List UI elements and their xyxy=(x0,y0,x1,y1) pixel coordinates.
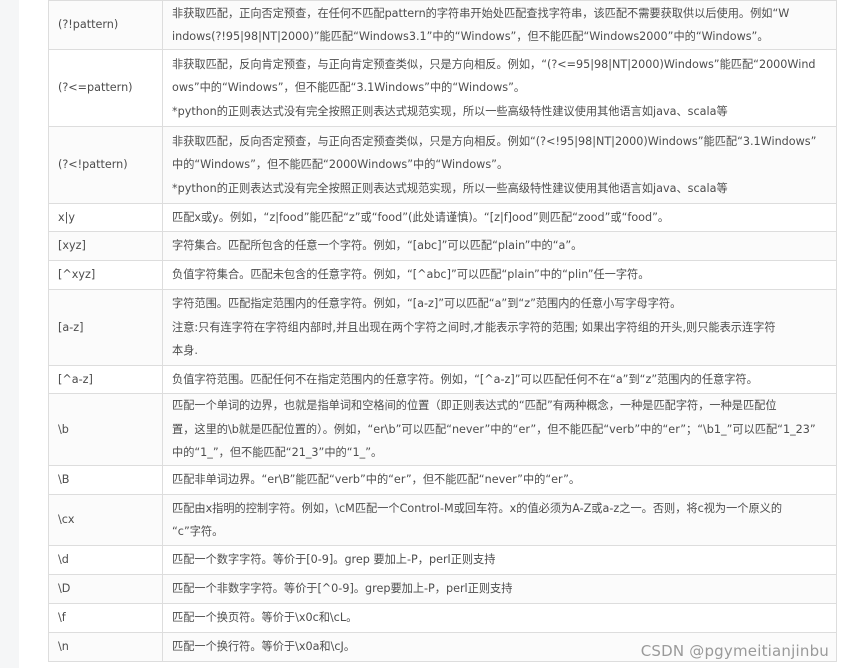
pattern-cell: \f xyxy=(48,603,163,633)
description-line: 非获取匹配，反向否定预查，与正向否定预查类似，只是方向相反。例如“(?<!95|… xyxy=(172,134,817,148)
regex-syntax-table: (?!pattern) 非获取匹配，正向否定预查，在任何不匹配pattern的字符… xyxy=(48,0,837,662)
csdn-watermark: CSDN @pgymeitianjinbu xyxy=(640,642,829,660)
table-row: [^xyz] 负值字符集合。匹配未包含的任意字符。例如，“[^abc]”可以匹配“… xyxy=(48,260,837,290)
description-line: 本身. xyxy=(172,344,198,358)
pattern-cell: \b xyxy=(48,393,163,466)
pattern-cell: [a-z] xyxy=(48,289,163,366)
description-cell: 非获取匹配，正向否定预查，在任何不匹配pattern的字符串开始处匹配查找字符串… xyxy=(162,0,837,50)
pattern-cell: \D xyxy=(48,574,163,604)
pattern-cell: \d xyxy=(48,545,163,575)
table-row: [xyz] 字符集合。匹配所包含的任意一个字符。例如，“[abc]”可以匹配“pl… xyxy=(48,231,837,261)
description-line: *python的正则表达式没有完全按照正则表达式规范实现，所以一些高级特性建议使… xyxy=(172,181,728,195)
description-line: 匹配一个单词的边界，也就是指单词和空格间的位置（即正则表达式的“匹配”有两种概念… xyxy=(172,399,777,413)
description-cell: 匹配x或y。例如，“z|food”能匹配“z”或“food”(此处请谨慎)。“[… xyxy=(162,203,837,232)
pattern-cell: \n xyxy=(48,632,163,662)
table-row: (?<!pattern) 非获取匹配，反向否定预查，与正向否定预查类似，只是方向相… xyxy=(48,126,837,204)
table-row: [a-z] 字符范围。匹配指定范围内的任意字符。例如，“[a-z]”可以匹配“a”… xyxy=(48,289,837,366)
description-cell: 负值字符范围。匹配任何不在指定范围内的任意字符。例如，“[^a-z]”可以匹配任… xyxy=(162,365,837,394)
table-row: \D 匹配一个非数字字符。等价于[^0-9]。grep要加上-P，perl正则支持 xyxy=(48,574,837,604)
description-line: 匹配一个数字字符。等价于[0-9]。grep 要加上-P，perl正则支持 xyxy=(172,553,496,567)
description-cell: 负值字符集合。匹配未包含的任意字符。例如，“[^abc]”可以匹配“plain”… xyxy=(162,260,837,290)
table-row: \B 匹配非单词边界。“er\B”能匹配“verb”中的“er”，但不能匹配“ne… xyxy=(48,465,837,495)
table-row: \cx 匹配由x指明的控制字符。例如，\cM匹配一个Control-M或回车符。x… xyxy=(48,494,837,546)
description-line: 匹配由x指明的控制字符。例如，\cM匹配一个Control-M或回车符。x的值必… xyxy=(172,501,783,515)
pattern-cell: (?!pattern) xyxy=(48,0,163,50)
description-cell: 匹配一个单词的边界，也就是指单词和空格间的位置（即正则表达式的“匹配”有两种概念… xyxy=(162,393,837,466)
description-cell: 匹配由x指明的控制字符。例如，\cM匹配一个Control-M或回车符。x的值必… xyxy=(162,494,837,546)
description-cell: 匹配一个数字字符。等价于[0-9]。grep 要加上-P，perl正则支持 xyxy=(162,545,837,575)
description-cell: 非获取匹配，反向否定预查，与正向否定预查类似，只是方向相反。例如“(?<!95|… xyxy=(162,126,837,204)
pattern-cell: [xyz] xyxy=(48,231,163,261)
description-line: 注意:只有连字符在字符组内部时,并且出现在两个字符之间时,才能表示字符的范围; … xyxy=(172,320,776,334)
description-line: ows”中的“Windows”，但不能匹配“3.1Windows”中的“Wind… xyxy=(172,81,526,95)
table-body: (?!pattern) 非获取匹配，正向否定预查，在任何不匹配pattern的字符… xyxy=(48,0,837,662)
description-line: 匹配非单词边界。“er\B”能匹配“verb”中的“er”，但不能匹配“neve… xyxy=(172,473,581,487)
table-row: \d 匹配一个数字字符。等价于[0-9]。grep 要加上-P，perl正则支持 xyxy=(48,545,837,575)
table-row: \b 匹配一个单词的边界，也就是指单词和空格间的位置（即正则表达式的“匹配”有两种… xyxy=(48,393,837,466)
description-line: 匹配x或y。例如，“z|food”能匹配“z”或“food”(此处请谨慎)。“[… xyxy=(172,210,670,224)
description-line: 匹配一个换页符。等价于\x0c和\cL。 xyxy=(172,611,358,625)
pattern-cell: \B xyxy=(48,465,163,495)
left-gutter xyxy=(0,0,19,668)
description-line: 非获取匹配，正向否定预查，在任何不匹配pattern的字符串开始处匹配查找字符串… xyxy=(172,6,790,20)
description-line: 负值字符范围。匹配任何不在指定范围内的任意字符。例如，“[^a-z]”可以匹配任… xyxy=(172,372,758,386)
pattern-cell: \cx xyxy=(48,494,163,546)
description-line: 匹配一个非数字字符。等价于[^0-9]。grep要加上-P，perl正则支持 xyxy=(172,582,513,596)
description-line: 置，这里的\b就是匹配位置的）。例如，“er\b”可以匹配“never”中的“e… xyxy=(172,422,816,436)
description-cell: 字符范围。匹配指定范围内的任意字符。例如，“[a-z]”可以匹配“a”到“z”范… xyxy=(162,289,837,366)
pattern-cell: (?<=pattern) xyxy=(48,49,163,127)
description-cell: 匹配非单词边界。“er\B”能匹配“verb”中的“er”，但不能匹配“neve… xyxy=(162,465,837,495)
description-cell: 匹配一个非数字字符。等价于[^0-9]。grep要加上-P，perl正则支持 xyxy=(162,574,837,604)
table-row: (?<=pattern) 非获取匹配，反向肯定预查，与正向肯定预查类似，只是方向相… xyxy=(48,49,837,127)
table-row: \f 匹配一个换页符。等价于\x0c和\cL。 xyxy=(48,603,837,633)
table-row: [^a-z] 负值字符范围。匹配任何不在指定范围内的任意字符。例如，“[^a-z]… xyxy=(48,365,837,394)
pattern-cell: [^xyz] xyxy=(48,260,163,290)
description-line: indows(?!95|98|NT|2000)”能匹配“Windows3.1”中… xyxy=(172,30,769,43)
description-line: *python的正则表达式没有完全按照正则表达式规范实现，所以一些高级特性建议使… xyxy=(172,104,728,118)
pattern-cell: [^a-z] xyxy=(48,365,163,394)
description-line: 中的“1_”，但不能匹配“21_3”中的“1_”。 xyxy=(172,446,383,460)
description-line: “c”字符。 xyxy=(172,525,224,538)
table-row: (?!pattern) 非获取匹配，正向否定预查，在任何不匹配pattern的字符… xyxy=(48,0,837,50)
pattern-cell: (?<!pattern) xyxy=(48,126,163,204)
description-line: 字符范围。匹配指定范围内的任意字符。例如，“[a-z]”可以匹配“a”到“z”范… xyxy=(172,297,682,311)
description-line: 非获取匹配，反向肯定预查，与正向肯定预查类似，只是方向相反。例如，“(?<=95… xyxy=(172,57,816,71)
description-line: 字符集合。匹配所包含的任意一个字符。例如，“[abc]”可以匹配“plain”中… xyxy=(172,239,583,253)
description-line: 负值字符集合。匹配未包含的任意字符。例如，“[^abc]”可以匹配“plain”… xyxy=(172,268,650,282)
description-cell: 匹配一个换页符。等价于\x0c和\cL。 xyxy=(162,603,837,633)
description-cell: 非获取匹配，反向肯定预查，与正向肯定预查类似，只是方向相反。例如，“(?<=95… xyxy=(162,49,837,127)
description-line: 中的“Windows”，但不能匹配“2000Windows”中的“Windows… xyxy=(172,158,509,172)
description-cell: 字符集合。匹配所包含的任意一个字符。例如，“[abc]”可以匹配“plain”中… xyxy=(162,231,837,261)
pattern-cell: x|y xyxy=(48,203,163,232)
table-row: x|y 匹配x或y。例如，“z|food”能匹配“z”或“food”(此处请谨慎)… xyxy=(48,203,837,232)
regex-syntax-table-wrapper: (?!pattern) 非获取匹配，正向否定预查，在任何不匹配pattern的字符… xyxy=(48,0,837,662)
